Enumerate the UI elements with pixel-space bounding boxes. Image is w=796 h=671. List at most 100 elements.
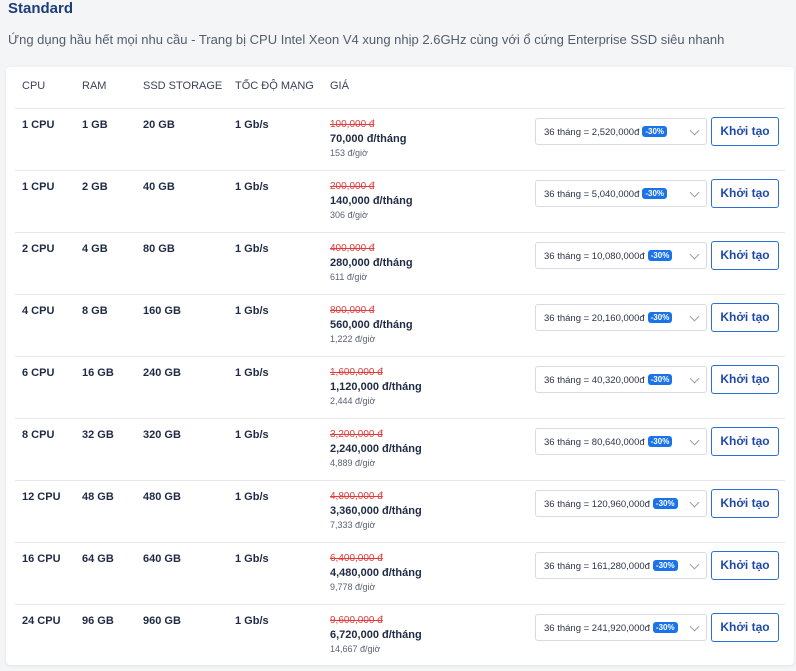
table-row: 16 CPU 64 GB 640 GB 1 Gb/s 6,400,000 đ 4,480,… <box>15 542 785 604</box>
chevron-down-icon <box>689 125 700 136</box>
table-row: 2 CPU 4 GB 80 GB 1 Gb/s 400,000 đ 280,000 đ/t… <box>15 232 785 294</box>
chevron-down-icon <box>689 435 700 446</box>
plan-ram: 4 GB <box>82 243 108 255</box>
chevron-down-icon <box>689 311 700 322</box>
monthly-price: 3,360,000 đ/tháng <box>330 505 422 517</box>
plan-ssd: 240 GB <box>143 367 181 379</box>
plan-network: 1 Gb/s <box>235 181 269 193</box>
billing-term-select[interactable]: 36 tháng = 5,040,000đ -30% <box>535 180 707 207</box>
monthly-price: 280,000 đ/tháng <box>330 257 413 269</box>
plan-network: 1 Gb/s <box>235 615 269 627</box>
plan-cpu: 6 CPU <box>22 367 55 379</box>
monthly-price: 140,000 đ/tháng <box>330 195 413 207</box>
plan-price: 200,000 đ 140,000 đ/tháng 306 đ/giờ <box>330 180 413 221</box>
plan-ram: 64 GB <box>82 553 114 565</box>
hourly-price: 2,444 đ/giờ <box>330 396 376 406</box>
billing-term-select[interactable]: 36 tháng = 40,320,000đ -30% <box>535 366 707 393</box>
old-price: 9,600,000 đ <box>330 615 383 626</box>
plan-price: 4,800,000 đ 3,360,000 đ/tháng 7,333 đ/giờ <box>330 490 422 531</box>
table-row: 1 CPU 1 GB 20 GB 1 Gb/s 100,000 đ 70,000 đ/th… <box>15 108 785 170</box>
create-button[interactable]: Khởi tạo <box>711 365 779 394</box>
plan-ssd: 160 GB <box>143 305 181 317</box>
create-button[interactable]: Khởi tạo <box>711 303 779 332</box>
plan-cpu: 8 CPU <box>22 429 55 441</box>
create-button[interactable]: Khởi tạo <box>711 551 779 580</box>
plan-ssd: 40 GB <box>143 181 175 193</box>
create-button[interactable]: Khởi tạo <box>711 427 779 456</box>
hourly-price: 14,667 đ/giờ <box>330 644 381 654</box>
create-button[interactable]: Khởi tạo <box>711 613 779 642</box>
monthly-price: 560,000 đ/tháng <box>330 319 413 331</box>
billing-term-value: 36 tháng = 241,920,000đ -30% <box>544 622 678 634</box>
monthly-price: 70,000 đ/tháng <box>330 133 407 145</box>
old-price: 1,600,000 đ <box>330 367 383 378</box>
hourly-price: 153 đ/giờ <box>330 148 368 158</box>
plan-price: 3,200,000 đ 2,240,000 đ/tháng 4,889 đ/giờ <box>330 428 422 469</box>
plan-cpu: 2 CPU <box>22 243 55 255</box>
table-row: 8 CPU 32 GB 320 GB 1 Gb/s 3,200,000 đ 2,240,0… <box>15 418 785 480</box>
table-header: CPU RAM SSD STORAGE TỐC ĐỘ MẠNG GIÁ <box>6 67 794 108</box>
create-button[interactable]: Khởi tạo <box>711 179 779 208</box>
billing-term-value: 36 tháng = 80,640,000đ -30% <box>544 436 673 448</box>
billing-term-select[interactable]: 36 tháng = 10,080,000đ -30% <box>535 242 707 269</box>
plan-network: 1 Gb/s <box>235 305 269 317</box>
billing-term-select[interactable]: 36 tháng = 80,640,000đ -30% <box>535 428 707 455</box>
billing-term-select[interactable]: 36 tháng = 241,920,000đ -30% <box>535 614 707 641</box>
plan-network: 1 Gb/s <box>235 367 269 379</box>
plan-cpu: 12 CPU <box>22 491 61 503</box>
hourly-price: 7,333 đ/giờ <box>330 520 376 530</box>
monthly-price: 4,480,000 đ/tháng <box>330 567 422 579</box>
table-row: 4 CPU 8 GB 160 GB 1 Gb/s 800,000 đ 560,000 đ/… <box>15 294 785 356</box>
discount-badge: -30% <box>647 374 673 385</box>
plan-ssd: 480 GB <box>143 491 181 503</box>
table-row: 1 CPU 2 GB 40 GB 1 Gb/s 200,000 đ 140,000 đ/t… <box>15 170 785 232</box>
old-price: 6,400,000 đ <box>330 553 383 564</box>
billing-term-label: 36 tháng = 241,920,000đ <box>544 623 650 634</box>
billing-term-select[interactable]: 36 tháng = 2,520,000đ -30% <box>535 118 707 145</box>
billing-term-select[interactable]: 36 tháng = 20,160,000đ -30% <box>535 304 707 331</box>
billing-term-label: 36 tháng = 2,520,000đ <box>544 127 640 138</box>
plan-network: 1 Gb/s <box>235 491 269 503</box>
discount-badge: -30% <box>647 312 673 323</box>
table-row: 24 CPU 96 GB 960 GB 1 Gb/s 9,600,000 đ 6,720,… <box>15 604 785 666</box>
old-price: 100,000 đ <box>330 119 375 130</box>
monthly-price: 6,720,000 đ/tháng <box>330 629 422 641</box>
billing-term-label: 36 tháng = 40,320,000đ <box>544 375 645 386</box>
create-button[interactable]: Khởi tạo <box>711 117 779 146</box>
old-price: 200,000 đ <box>330 181 375 192</box>
plan-ram: 2 GB <box>82 181 108 193</box>
plan-network: 1 Gb/s <box>235 243 269 255</box>
header-network: TỐC ĐỘ MẠNG <box>235 80 314 92</box>
billing-term-label: 36 tháng = 10,080,000đ <box>544 251 645 262</box>
header-cpu: CPU <box>22 80 46 92</box>
plan-ssd: 80 GB <box>143 243 175 255</box>
table-body: 1 CPU 1 GB 20 GB 1 Gb/s 100,000 đ 70,000 đ/th… <box>6 108 794 666</box>
plan-ssd: 20 GB <box>143 119 175 131</box>
billing-term-value: 36 tháng = 120,960,000đ -30% <box>544 498 678 510</box>
billing-term-value: 36 tháng = 20,160,000đ -30% <box>544 312 673 324</box>
billing-term-label: 36 tháng = 161,280,000đ <box>544 561 650 572</box>
old-price: 3,200,000 đ <box>330 429 383 440</box>
create-button[interactable]: Khởi tạo <box>711 241 779 270</box>
billing-term-select[interactable]: 36 tháng = 161,280,000đ -30% <box>535 552 707 579</box>
header-price: GIÁ <box>330 80 349 92</box>
chevron-down-icon <box>689 187 700 198</box>
create-button[interactable]: Khởi tạo <box>711 489 779 518</box>
hourly-price: 306 đ/giờ <box>330 210 368 220</box>
chevron-down-icon <box>689 621 700 632</box>
chevron-down-icon <box>689 497 700 508</box>
plan-network: 1 Gb/s <box>235 429 269 441</box>
billing-term-select[interactable]: 36 tháng = 120,960,000đ -30% <box>535 490 707 517</box>
hourly-price: 9,778 đ/giờ <box>330 582 376 592</box>
billing-term-label: 36 tháng = 80,640,000đ <box>544 437 645 448</box>
pricing-page: Standard Ứng dụng hầu hết mọi nhu cầu - … <box>0 0 796 671</box>
plan-ram: 96 GB <box>82 615 114 627</box>
plan-price: 100,000 đ 70,000 đ/tháng 153 đ/giờ <box>330 118 406 159</box>
table-row: 6 CPU 16 GB 240 GB 1 Gb/s 1,600,000 đ 1,120,0… <box>15 356 785 418</box>
plan-ssd: 320 GB <box>143 429 181 441</box>
billing-term-value: 36 tháng = 5,040,000đ -30% <box>544 188 668 200</box>
billing-term-value: 36 tháng = 10,080,000đ -30% <box>544 250 673 262</box>
billing-term-label: 36 tháng = 20,160,000đ <box>544 313 645 324</box>
discount-badge: -30% <box>652 498 678 509</box>
plan-ssd: 640 GB <box>143 553 181 565</box>
